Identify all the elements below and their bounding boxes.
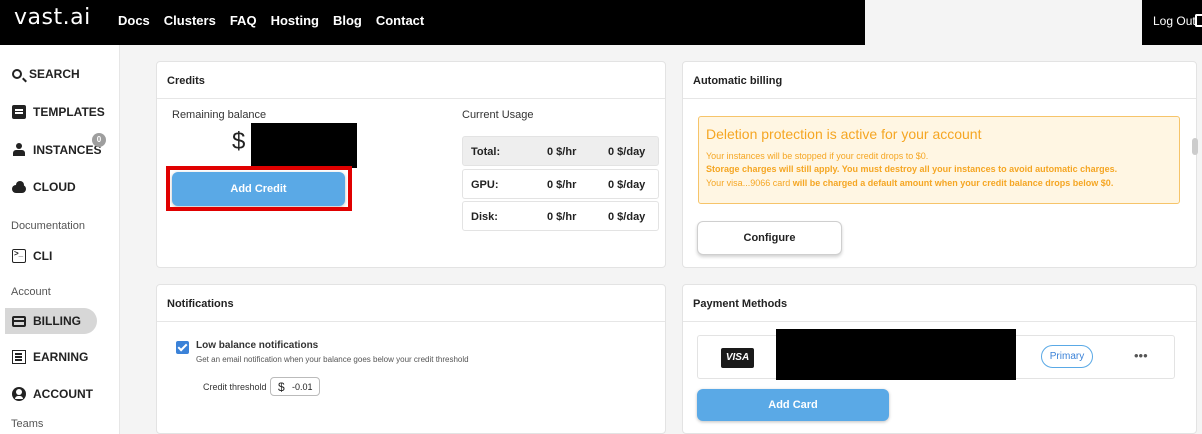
usage-hourly: 0 $/hr (547, 146, 577, 158)
payment-method-row[interactable]: VISA Primary ••• (697, 329, 1175, 380)
sidebar-section-teams: Teams (11, 418, 44, 430)
sidebar-item-templates[interactable]: TEMPLATES (12, 105, 105, 119)
sidebar-item-label: CLOUD (33, 180, 76, 194)
threshold-currency: $ (278, 380, 285, 394)
alert-line-2: Storage charges will still apply. You mu… (706, 164, 1118, 174)
alert-line-1: Your instances will be stopped if your c… (706, 151, 929, 161)
logout-link[interactable]: Log Out (1153, 14, 1196, 28)
card-number-redacted (776, 329, 1016, 380)
logout-icon[interactable] (1195, 14, 1202, 27)
billing-title: Automatic billing (693, 75, 783, 87)
usage-daily: 0 $/day (608, 146, 646, 158)
sidebar-item-earning[interactable]: EARNING (12, 350, 88, 364)
usage-label: GPU: (471, 179, 499, 191)
add-card-button[interactable]: Add Card (697, 389, 889, 421)
account-icon (12, 387, 26, 401)
sidebar-item-label: TEMPLATES (33, 105, 105, 119)
sidebar-item-cloud[interactable]: CLOUD (12, 180, 76, 194)
low-balance-label: Low balance notifications (196, 340, 319, 351)
template-icon (12, 105, 26, 119)
sidebar-item-search[interactable]: SEARCH (12, 67, 80, 81)
usage-label: Disk: (471, 211, 498, 223)
sidebar-item-cli[interactable]: CLI (12, 249, 52, 263)
sidebar-item-instances[interactable]: INSTANCES (12, 143, 101, 157)
sidebar-item-label: EARNING (33, 350, 89, 364)
threshold-value: -0.01 (292, 382, 313, 392)
usage-daily: 0 $/day (608, 179, 646, 191)
cloud-icon (12, 180, 26, 194)
visa-card-icon: VISA (721, 348, 754, 368)
low-balance-description: Get an email notification when your bala… (196, 355, 469, 364)
credits-title: Credits (167, 75, 205, 87)
nav-contact[interactable]: Contact (376, 13, 424, 28)
sidebar-section-account: Account (11, 286, 51, 298)
top-nav-bar: vast.ai Docs Clusters FAQ Hosting Blog C… (0, 0, 865, 45)
payment-card-header: Payment Methods (683, 285, 1196, 322)
nav-hosting[interactable]: Hosting (271, 13, 319, 28)
primary-badge[interactable]: Primary (1041, 345, 1093, 368)
usage-row-total: Total: 0 $/hr 0 $/day (462, 136, 659, 166)
usage-hourly: 0 $/hr (547, 179, 577, 191)
sidebar-section-documentation: Documentation (11, 220, 85, 232)
alert-line-3-bold: will be charged a default amount when yo… (792, 178, 1114, 188)
sidebar-item-label: CLI (33, 249, 53, 263)
alert-line-3: Your visa...9066 card will be charged a … (706, 178, 1113, 188)
credit-threshold-label: Credit threshold (203, 382, 267, 392)
notifications-card-header: Notifications (157, 285, 665, 322)
credit-card-icon (12, 315, 26, 327)
nav-blog[interactable]: Blog (333, 13, 362, 28)
low-balance-checkbox[interactable] (176, 341, 189, 354)
sidebar-item-label: INSTANCES (33, 143, 102, 157)
sidebar-item-label: SEARCH (29, 67, 80, 81)
search-icon (12, 69, 22, 79)
alert-title: Deletion protection is active for your a… (706, 126, 982, 142)
balance-currency: $ (232, 128, 246, 155)
instances-icon (12, 143, 26, 157)
usage-daily: 0 $/day (608, 211, 646, 223)
usage-row-gpu: GPU: 0 $/hr 0 $/day (462, 169, 659, 199)
credit-threshold-input[interactable]: $ -0.01 (270, 377, 320, 396)
usage-hourly: 0 $/hr (547, 211, 577, 223)
sidebar: SEARCH TEMPLATES INSTANCES 0 CLOUD Docum… (0, 45, 120, 434)
top-right-bar: Log Out (1142, 0, 1202, 45)
usage-label: Total: (471, 146, 501, 158)
sidebar-item-label: ACCOUNT (33, 387, 93, 401)
highlight-box (166, 166, 352, 211)
sidebar-item-billing[interactable]: BILLING (12, 314, 81, 328)
usage-row-disk: Disk: 0 $/hr 0 $/day (462, 201, 659, 231)
nav-faq[interactable]: FAQ (230, 13, 257, 28)
credits-card-header: Credits (157, 62, 665, 99)
scrollbar-thumb[interactable] (1192, 138, 1198, 155)
sidebar-item-account[interactable]: ACCOUNT (12, 387, 93, 401)
more-options-icon[interactable]: ••• (1134, 348, 1148, 363)
alert-line-3-prefix: Your visa...9066 card (706, 178, 791, 188)
terminal-icon (12, 249, 26, 263)
configure-button[interactable]: Configure (697, 221, 842, 255)
deletion-protection-alert: Deletion protection is active for your a… (698, 116, 1180, 204)
earning-icon (12, 350, 26, 364)
sidebar-item-label: BILLING (33, 314, 81, 328)
remaining-balance-label: Remaining balance (172, 109, 267, 121)
billing-card-header: Automatic billing (683, 62, 1196, 99)
nav-docs[interactable]: Docs (118, 13, 150, 28)
main-nav: Docs Clusters FAQ Hosting Blog Contact (118, 13, 424, 28)
current-usage-label: Current Usage (462, 109, 534, 121)
nav-clusters[interactable]: Clusters (164, 13, 216, 28)
notifications-title: Notifications (167, 298, 234, 310)
payment-title: Payment Methods (693, 298, 788, 310)
logo[interactable]: vast.ai (14, 5, 91, 30)
balance-amount-redacted (251, 123, 357, 168)
instances-count-badge: 0 (92, 133, 106, 147)
